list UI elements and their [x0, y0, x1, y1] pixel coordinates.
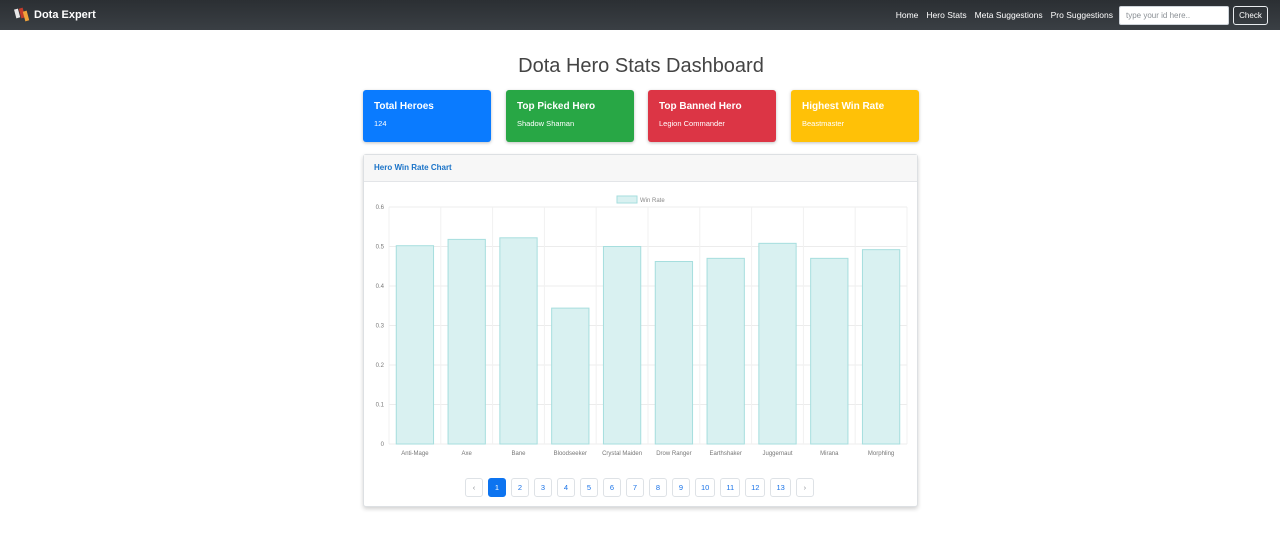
bar [758, 242, 797, 445]
nav-home[interactable]: Home [892, 10, 923, 20]
card-title: Highest Win Rate [802, 101, 885, 112]
bar [447, 238, 486, 445]
x-tick-label: Bloodseeker [554, 451, 587, 457]
card-title: Top Banned Hero [659, 101, 742, 112]
x-tick-label: Bane [511, 451, 526, 457]
pagination-page-9[interactable]: 9 [672, 478, 690, 497]
pagination-page-13[interactable]: 13 [770, 478, 791, 497]
y-tick-label: 0.5 [376, 245, 385, 251]
y-tick-label: 0.6 [376, 205, 385, 211]
pagination-page-3[interactable]: 3 [534, 478, 552, 497]
pagination-page-8[interactable]: 8 [649, 478, 667, 497]
card-value: 124 [374, 119, 387, 128]
card-title: Total Heroes [374, 101, 434, 112]
bar [861, 249, 901, 445]
page-title: Dota Hero Stats Dashboard [518, 55, 764, 77]
x-tick-label: Earthshaker [710, 451, 742, 457]
x-tick-label: Anti-Mage [401, 451, 429, 457]
pagination-page-11[interactable]: 11 [720, 478, 741, 497]
card-value: Shadow Shaman [517, 119, 575, 128]
pagination-page-2[interactable]: 2 [511, 478, 529, 497]
x-tick-label: Axe [462, 451, 473, 457]
total-heroes-card: Total Heroes 124 [363, 90, 491, 142]
card-value: Beastmaster [802, 119, 845, 128]
pagination-page-12[interactable]: 12 [745, 478, 766, 497]
top-picked-hero-card: Top Picked Hero Shadow Shaman [506, 90, 634, 142]
pagination-page-5[interactable]: 5 [580, 478, 598, 497]
y-tick-label: 0.2 [376, 363, 385, 369]
pagination-page-4[interactable]: 4 [557, 478, 575, 497]
pagination-next-button[interactable]: › [795, 478, 814, 497]
highest-win-rate-card: Highest Win Rate Beastmaster [791, 90, 919, 142]
pagination-page-1[interactable]: 1 [488, 478, 506, 497]
top-banned-hero-card: Top Banned Hero Legion Commander [648, 90, 776, 142]
y-tick-label: 0.3 [376, 324, 385, 330]
nav-links: Home Hero Stats Meta Suggestions Pro Sug… [892, 5, 1268, 25]
x-tick-label: Juggernaut [762, 451, 792, 457]
nav-pro-suggestions[interactable]: Pro Suggestions [1047, 10, 1117, 20]
bar [499, 237, 538, 445]
pagination-prev-button[interactable]: ‹ [465, 478, 483, 497]
card-value: Legion Commander [659, 119, 725, 128]
x-tick-label: Mirana [820, 451, 839, 457]
nav-hero-stats[interactable]: Hero Stats [922, 10, 970, 20]
legend-label: Win Rate [640, 198, 665, 204]
check-button[interactable]: Check [1233, 5, 1268, 25]
player-id-input[interactable] [1119, 5, 1229, 25]
bar [395, 245, 435, 445]
pagination-page-10[interactable]: 10 [695, 478, 716, 497]
dota-logo-icon [14, 7, 30, 22]
x-tick-label: Drow Ranger [656, 451, 691, 457]
y-tick-label: 0.1 [376, 403, 385, 409]
nav-meta-suggestions[interactable]: Meta Suggestions [971, 10, 1047, 20]
bar [654, 261, 694, 445]
bar [706, 257, 745, 445]
card-title: Top Picked Hero [517, 101, 596, 112]
bar [602, 246, 642, 445]
win-rate-chart: Win Rate 0 0.1 0.2 0.3 0.4 0.5 0.6 Anti-Mage Axe B… [376, 195, 908, 457]
win-rate-chart-card: Hero Win Rate Chart Win Rate 0 0.1 0.2 0.3 0.… [363, 154, 918, 507]
brand[interactable]: Dota Expert [14, 7, 96, 23]
pagination-page-6[interactable]: 6 [603, 478, 621, 497]
x-tick-label: Morphling [868, 451, 894, 457]
y-tick-label: 0.4 [376, 284, 385, 290]
pagination-page-7[interactable]: 7 [626, 478, 644, 497]
pagination: ‹ 1 2 3 4 5 6 7 8 9 10 11 12 13 › [465, 478, 819, 497]
bar [551, 307, 590, 445]
x-tick-label: Crystal Maiden [602, 451, 642, 457]
navbar: Dota Expert Home Hero Stats Meta Suggest… [0, 0, 1280, 30]
brand-name: Dota Expert [34, 9, 96, 21]
y-tick-label: 0 [381, 442, 385, 448]
chart-card-header: Hero Win Rate Chart [364, 155, 917, 182]
bar [810, 257, 849, 445]
legend-swatch [616, 195, 638, 204]
